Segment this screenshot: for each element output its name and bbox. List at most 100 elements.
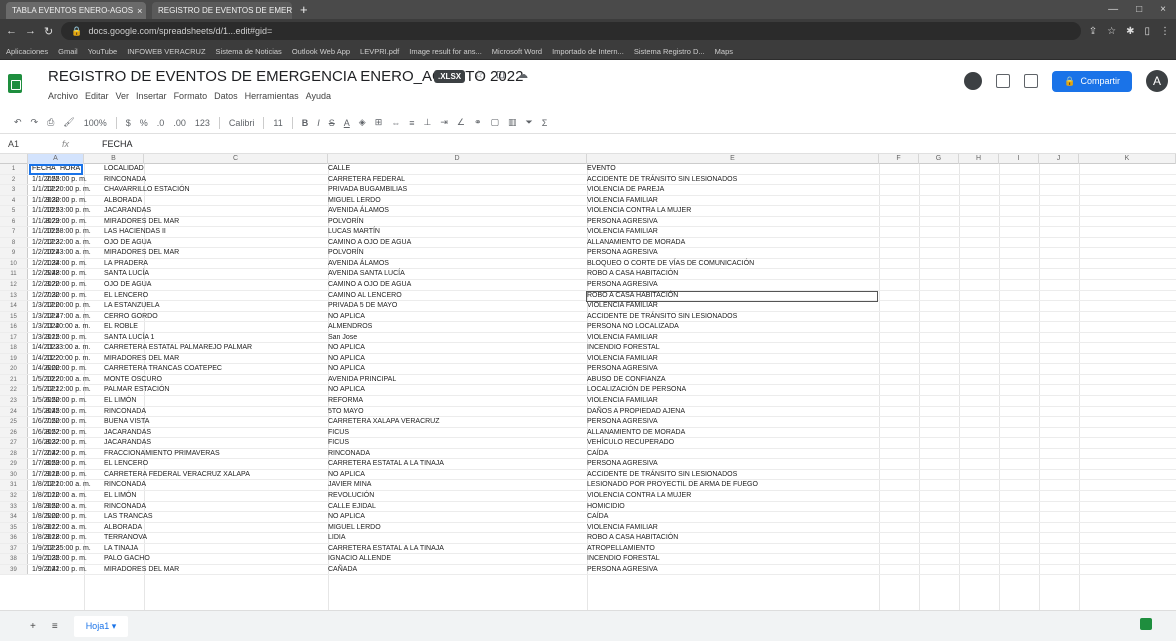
explore-button[interactable] [1140, 618, 1152, 630]
extensions-icon[interactable]: ✱ [1126, 26, 1134, 37]
cell-evento[interactable]: INCENDIO FORESTAL [587, 343, 660, 353]
cell-localidad[interactable]: JACARANDAS [104, 206, 151, 216]
cell-calle[interactable]: POLVORÍN [328, 248, 364, 258]
cell-hora[interactable]: 11:40:00 a. m. [46, 322, 106, 332]
row-number[interactable]: 12 [0, 280, 28, 290]
cell-hora[interactable]: 5:48:00 p. m. [46, 269, 106, 279]
bookmark-item[interactable]: Microsoft Word [492, 47, 542, 56]
cell-hora[interactable]: 5:00:00 p. m. [46, 512, 106, 522]
sheets-logo-icon[interactable] [8, 74, 22, 93]
column-header-f[interactable]: F [879, 154, 919, 164]
header-evento[interactable]: EVENTO [587, 164, 616, 174]
cell-evento[interactable]: ATROPELLAMIENTO [587, 544, 655, 554]
cell-calle[interactable]: FICUS [328, 428, 349, 438]
decrease-decimal-icon[interactable]: .0 [157, 118, 165, 128]
cell-evento[interactable]: VIOLENCIA FAMILIAR [587, 396, 658, 406]
menu-icon[interactable]: ⋮ [1160, 26, 1170, 37]
print-icon[interactable]: ⎙ [47, 117, 54, 128]
cell-calle[interactable]: IGNACIO ALLENDE [328, 554, 391, 564]
row-number[interactable]: 3 [0, 185, 28, 195]
cell-hora[interactable]: 6:50:00 p. m. [46, 396, 106, 406]
cell-localidad[interactable]: MIRADORES DEL MAR [104, 565, 179, 575]
cell-hora[interactable]: 8:32:00 p. m. [46, 438, 106, 448]
cell-calle[interactable]: AVENIDA ÁLAMOS [328, 259, 389, 269]
undo-icon[interactable]: ↶ [14, 117, 22, 128]
cell-hora[interactable]: 3:20:00 p. m. [46, 280, 106, 290]
chart-icon[interactable]: ▥ [508, 117, 517, 128]
row-number[interactable]: 32 [0, 490, 28, 501]
column-header-b[interactable]: B [84, 154, 144, 164]
bookmark-item[interactable]: Sistema Registro D... [634, 47, 705, 56]
cell-evento[interactable]: CAÍDA [587, 449, 608, 459]
row-number[interactable]: 14 [0, 301, 28, 311]
row-number[interactable]: 5 [0, 206, 28, 216]
cell-calle[interactable]: CARRETERA ESTATAL A LA TINAJA [328, 459, 444, 469]
cell-calle[interactable]: AVENIDA PRINCIPAL [328, 375, 396, 385]
cell-evento[interactable]: ACCIDENTE DE TRÁNSITO SIN LESIONADOS [587, 175, 737, 185]
cell-evento[interactable]: PERSONA AGRESIVA [587, 217, 658, 227]
sidebar-icon[interactable]: ▯ [1144, 26, 1150, 37]
borders-icon[interactable]: ⊞ [375, 117, 383, 128]
column-header-k[interactable]: K [1079, 154, 1176, 164]
row-number[interactable]: 8 [0, 237, 28, 248]
cell-hora[interactable]: 8:59:00 p. m. [46, 459, 106, 469]
cell-evento[interactable]: INCENDIO FORESTAL [587, 554, 660, 564]
row-number[interactable]: 10 [0, 258, 28, 269]
cell-localidad[interactable]: ALBORADA [104, 196, 142, 206]
cell-calle[interactable]: CAÑADA [328, 565, 357, 575]
cell-hora[interactable]: 10:58:00 p. m. [46, 227, 106, 237]
cell-hora[interactable]: 7:30:00 p. m. [46, 291, 106, 301]
cell-localidad[interactable]: MIRADORES DEL MAR [104, 217, 179, 227]
cell-hora[interactable]: 12:35:00 p. m. [46, 544, 106, 554]
fill-color-icon[interactable]: ◈ [359, 117, 366, 128]
cell-hora[interactable]: 2:41:00 p. m. [46, 565, 106, 575]
cell-localidad[interactable]: RINCONADA [104, 175, 146, 185]
cell-evento[interactable]: PERSONA AGRESIVA [587, 248, 658, 258]
cell-hora[interactable]: 8:29:00 p. m. [46, 217, 106, 227]
cell-evento[interactable]: HOMICIDIO [587, 502, 625, 512]
share-button[interactable]: 🔒 Compartir [1052, 70, 1132, 92]
cell-evento[interactable]: PERSONA AGRESIVA [587, 364, 658, 374]
menu-herramientas[interactable]: Herramientas [245, 91, 299, 101]
cell-localidad[interactable]: EL LIMÓN [104, 396, 136, 406]
cell-evento[interactable]: VIOLENCIA FAMILIAR [587, 333, 658, 343]
cell-localidad[interactable]: LAS HACIENDAS II [104, 227, 166, 237]
cell-localidad[interactable]: CARRETERA ESTATAL PALMAREJO PALMAR [104, 343, 252, 353]
cell-localidad[interactable]: LA ESTANZUELA [104, 301, 160, 311]
cell-hora[interactable]: 12:32:00 a. m. [46, 238, 106, 248]
cell-calle[interactable]: ALMENDROS [328, 322, 372, 332]
cell-calle[interactable]: PRIVADA BUGAMBILIAS [328, 185, 407, 195]
bookmark-item[interactable]: Outlook Web App [292, 47, 350, 56]
cell-calle[interactable]: San Jose [328, 333, 357, 343]
row-number[interactable]: 37 [0, 543, 28, 554]
cell-calle[interactable]: LUCAS MARTÍN [328, 227, 380, 237]
row-number[interactable]: 27 [0, 438, 28, 448]
functions-icon[interactable]: Σ [542, 118, 548, 128]
cell-calle[interactable]: POLVORÍN [328, 217, 364, 227]
row-number[interactable]: 9 [0, 248, 28, 258]
menu-formato[interactable]: Formato [174, 91, 208, 101]
cell-hora[interactable]: 10:43:00 a. m. [46, 248, 106, 258]
cell-localidad[interactable]: RINCONADA [104, 480, 146, 490]
cell-calle[interactable]: RINCONADA [328, 449, 370, 459]
cell-evento[interactable]: ACCIDENTE DE TRÁNSITO SIN LESIONADOS [587, 470, 737, 480]
cell-calle[interactable]: NO APLICA [328, 470, 365, 480]
cell-calle[interactable]: CAMINO A OJO DE AGUA [328, 280, 411, 290]
cell-evento[interactable]: VIOLENCIA FAMILIAR [587, 523, 658, 533]
cell-evento[interactable]: VEHÍCULO RECUPERADO [587, 438, 674, 448]
account-avatar[interactable]: A [1146, 70, 1168, 92]
menu-ver[interactable]: Ver [116, 91, 130, 101]
row-number[interactable]: 29 [0, 459, 28, 469]
cell-localidad[interactable]: OJO DE AGUA [104, 280, 151, 290]
select-all-corner[interactable] [0, 154, 28, 164]
column-header-a[interactable]: A [28, 154, 84, 164]
cell-hora[interactable]: 9:18:00 p. m. [46, 533, 106, 543]
cloud-status-icon[interactable]: ☁ [517, 68, 528, 81]
cell-evento[interactable]: VIOLENCIA FAMILIAR [587, 196, 658, 206]
cell-evento[interactable]: PERSONA AGRESIVA [587, 280, 658, 290]
cell-evento[interactable]: PERSONA NO LOCALIZADA [587, 322, 679, 332]
row-number[interactable]: 2 [0, 174, 28, 185]
cell-localidad[interactable]: EL LIMÓN [104, 491, 136, 501]
cell-calle[interactable]: NO APLICA [328, 312, 365, 322]
row-number[interactable]: 1 [0, 164, 28, 174]
